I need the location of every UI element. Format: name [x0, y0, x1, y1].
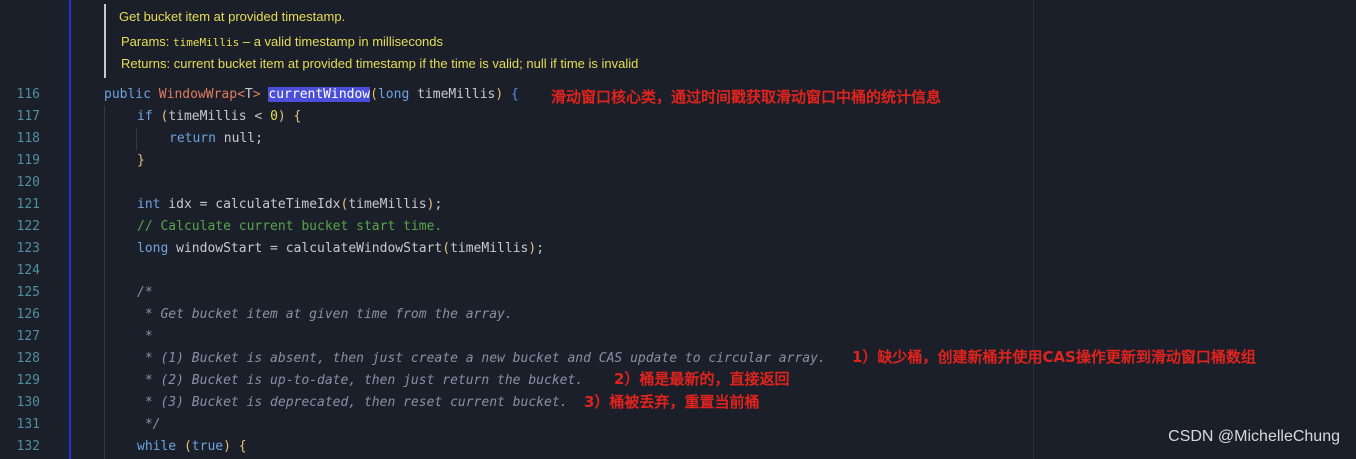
line-number: 116 [16, 87, 40, 102]
expression: timeMillis < [168, 109, 271, 124]
doc-summary: Get bucket item at provided timestamp. [119, 9, 346, 24]
type-name: WindowWrap [158, 87, 238, 102]
keyword: long [137, 241, 169, 256]
line-number: 125 [16, 285, 40, 300]
number-literal: 0 [270, 109, 278, 124]
selected-method-name[interactable]: currentWindow [268, 87, 371, 102]
annotation-130: 3）桶被丢弃，重置当前桶 [584, 393, 760, 411]
line-number: 123 [16, 241, 40, 256]
line-number: 127 [16, 329, 40, 344]
annotation-116: 滑动窗口核心类，通过时间戳获取滑动窗口中桶的统计信息 [551, 88, 942, 106]
keyword: return [169, 131, 216, 146]
rendered-javadoc: Get bucket item at provided timestamp. P… [104, 4, 726, 78]
line-number: 126 [16, 307, 40, 322]
line-number: 131 [16, 417, 40, 432]
semicolon: ; [434, 197, 443, 212]
generic-open: < [237, 87, 245, 102]
brace: { [238, 439, 247, 454]
doc-params-code: timeMillis [173, 36, 240, 49]
paren: ) [528, 241, 537, 256]
line-number: 128 [16, 351, 40, 366]
line-number: 122 [16, 219, 40, 234]
argument: timeMillis [450, 241, 529, 256]
expression: windowStart = calculateWindowStart [168, 241, 443, 256]
brace: { [293, 109, 302, 124]
code-line-116[interactable]: public WindowWrap<T> currentWindow(long … [104, 84, 519, 106]
code-line-119[interactable]: } [137, 150, 145, 172]
code-line-130[interactable]: * (3) Bucket is deprecated, then reset c… [137, 392, 568, 414]
indent-guide [104, 106, 105, 459]
keyword: int [137, 197, 161, 212]
code-line-126[interactable]: * Get bucket item at given time from the… [137, 304, 513, 326]
keyword: public [104, 87, 151, 102]
doc-params: Params: timeMillis – a valid timestamp i… [121, 33, 443, 52]
expression: idx = calculateTimeIdx [160, 197, 341, 212]
code-line-122[interactable]: // Calculate current bucket start time. [137, 216, 442, 238]
line-number: 132 [16, 439, 40, 454]
paren: ( [370, 87, 378, 102]
code-line-118[interactable]: return null; [169, 128, 263, 150]
line-number: 120 [16, 175, 40, 190]
code-line-121[interactable]: int idx = calculateTimeIdx(timeMillis); [137, 194, 442, 216]
annotation-129: 2）桶是最新的，直接返回 [614, 370, 790, 388]
generic-close: > [252, 87, 261, 102]
keyword: if [137, 109, 153, 124]
editor-left-rule [69, 0, 71, 459]
code-line-127[interactable]: * [137, 326, 153, 348]
code-line-131[interactable]: */ [137, 414, 161, 436]
parameter: timeMillis [409, 87, 496, 102]
keyword: while [137, 439, 177, 454]
brace: } [137, 153, 145, 168]
paren: ( [183, 439, 192, 454]
brace: { [511, 87, 519, 102]
doc-returns-label: Returns: [121, 56, 171, 71]
doc-params-text: – a valid timestamp in milliseconds [239, 34, 444, 49]
doc-returns: Returns: current bucket item at provided… [121, 55, 638, 73]
line-number: 119 [16, 153, 40, 168]
indent-guide [136, 128, 137, 150]
line-number: 130 [16, 395, 40, 410]
code-line-128[interactable]: * (1) Bucket is absent, then just create… [137, 348, 826, 370]
line-number-gutter: 116 117 118 119 120 121 122 123 124 125 … [0, 0, 68, 459]
code-line-117[interactable]: if (timeMillis < 0) { [137, 106, 301, 128]
code-line-123[interactable]: long windowStart = calculateWindowStart(… [137, 238, 544, 260]
paren: ) [495, 87, 504, 102]
line-number: 121 [16, 197, 40, 212]
paren: ) [223, 439, 231, 454]
code-line-125[interactable]: /* [137, 282, 153, 304]
argument: timeMillis [348, 197, 427, 212]
semicolon: ; [536, 241, 545, 256]
code-line-129[interactable]: * (2) Bucket is up-to-date, then just re… [137, 370, 583, 392]
code-line-132[interactable]: while (true) { [137, 436, 247, 458]
line-number: 118 [16, 131, 40, 146]
keyword: long [377, 87, 410, 102]
editor-right-rule [1033, 0, 1034, 459]
generic-param: T [244, 87, 253, 102]
doc-returns-text: current bucket item at provided timestam… [173, 56, 639, 71]
line-comment: // Calculate current bucket start time. [137, 219, 443, 234]
line-number: 129 [16, 373, 40, 388]
doc-params-label: Params: [121, 34, 170, 49]
line-number: 124 [16, 263, 40, 278]
expression: null; [215, 131, 263, 146]
annotation-128: 1）缺少桶，创建新桶并使用CAS操作更新到滑动窗口桶数组 [852, 348, 1256, 366]
line-number: 117 [16, 109, 40, 124]
keyword: true [191, 439, 224, 454]
paren: ( [442, 241, 451, 256]
watermark: CSDN @MichelleChung [1168, 428, 1340, 445]
paren: ) [277, 109, 286, 124]
